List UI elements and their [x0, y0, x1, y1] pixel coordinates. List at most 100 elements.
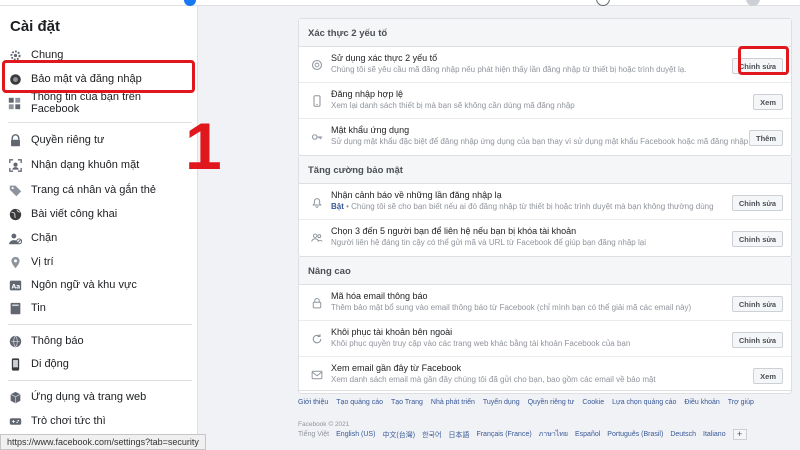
footer-link[interactable]: Nhà phát triển: [431, 399, 475, 406]
setting-description-text: • Chúng tôi sẽ cho bạn biết nếu ai đó đă…: [343, 202, 714, 211]
setting-description: Xem danh sách email mà gần đây chúng tôi…: [331, 375, 656, 384]
status-on-label: Bật: [331, 202, 344, 211]
sidebar-item-face-recognition[interactable]: Nhận dạng khuôn mặt: [8, 154, 192, 176]
sidebar-title: Cài đặt: [10, 18, 61, 35]
setting-description: Bật • Chúng tôi sẽ cho bạn biết nếu ai đ…: [331, 202, 714, 211]
footer-link[interactable]: Lựa chọn quảng cáo: [612, 399, 676, 406]
sidebar-divider: [8, 380, 192, 381]
setting-row-app-passwords: Mật khẩu ứng dụng Sử dụng mật khẩu đặc b…: [299, 119, 791, 155]
edit-encrypted-emails-button[interactable]: Chỉnh sửa: [731, 296, 783, 312]
sidebar-item-stories[interactable]: Tin: [8, 297, 192, 319]
sidebar-item-label: Trang cá nhân và gắn thẻ: [31, 184, 156, 196]
sidebar-item-label: Thông báo: [31, 335, 84, 347]
section-two-factor: Xác thực 2 yếu tố Sử dụng xác thực 2 yếu…: [298, 18, 792, 156]
book-icon: [8, 301, 22, 315]
copyright-text: Facebook © 2021: [298, 421, 350, 428]
setting-row-recent-emails: Xem email gần đây từ Facebook Xem danh s…: [299, 357, 791, 393]
language-link[interactable]: Deutsch: [670, 431, 696, 438]
sidebar-item-label: Quyền riêng tư: [31, 134, 105, 146]
sidebar-item-label: Bài viết công khai: [31, 208, 118, 220]
sidebar-item-apps-websites[interactable]: Ứng dụng và trang web: [8, 386, 192, 408]
setting-title: Nhận cảnh báo về những lần đăng nhập lạ: [331, 190, 502, 200]
setting-description: Sử dụng mật khẩu đặc biệt để đăng nhập ứ…: [331, 137, 751, 146]
footer-link[interactable]: Điều khoản: [684, 399, 719, 406]
view-recent-emails-button[interactable]: Xem: [753, 368, 783, 384]
footer-link[interactable]: Giới thiệu: [298, 399, 328, 406]
mobile-icon: [8, 357, 22, 371]
edit-account-recovery-button[interactable]: Chỉnh sửa: [731, 332, 783, 348]
language-link[interactable]: 한국어: [422, 430, 441, 440]
language-link[interactable]: English (US): [336, 431, 375, 438]
sidebar-item-label: Chặn: [31, 232, 58, 244]
edit-trusted-contacts-button[interactable]: Chỉnh sửa: [731, 231, 783, 247]
account-menu-icon[interactable]: [746, 0, 760, 6]
cube-icon: [8, 390, 22, 404]
sidebar-item-profile-tagging[interactable]: Trang cá nhân và gắn thẻ: [8, 179, 192, 201]
sidebar-item-privacy[interactable]: Quyền riêng tư: [8, 129, 192, 151]
footer-links: Giới thiệu Tạo quảng cáo Tạo Trang Nhà p…: [298, 399, 798, 406]
svg-text:Aa: Aa: [11, 283, 20, 290]
setting-description: Khôi phục quyền truy cập vào các trang w…: [331, 339, 631, 348]
setting-title: Đăng nhập hợp lệ: [331, 89, 403, 99]
section-title: Nâng cao: [299, 257, 791, 285]
sidebar-item-label: Di động: [31, 358, 69, 370]
profile-avatar-icon[interactable]: [596, 0, 610, 6]
sidebar-item-label: Ngôn ngữ và khu vực: [31, 279, 137, 291]
sidebar-item-label: Tin: [31, 302, 46, 314]
sidebar-item-public-posts[interactable]: Bài viết công khai: [8, 203, 192, 225]
sidebar-item-label: Ứng dụng và trang web: [31, 391, 147, 403]
language-link[interactable]: 中文(台灣): [382, 430, 415, 440]
setting-row-encrypted-emails: Mã hóa email thông báo Thêm bảo mật bổ s…: [299, 285, 791, 321]
add-app-password-button[interactable]: Thêm: [748, 130, 783, 146]
footer-divider: [298, 390, 792, 391]
language-link[interactable]: Português (Brasil): [607, 431, 663, 438]
setting-row-account-recovery: Khôi phục tài khoản bên ngoài Khôi phục …: [299, 321, 791, 357]
setting-title: Khôi phục tài khoản bên ngoài: [331, 327, 453, 337]
sidebar-divider: [8, 324, 192, 325]
language-link[interactable]: Français (France): [476, 431, 531, 438]
setting-description: Chúng tôi sẽ yêu cầu mã đăng nhập nếu ph…: [331, 65, 687, 74]
view-authorized-logins-button[interactable]: Xem: [753, 94, 783, 110]
setting-title: Mã hóa email thông báo: [331, 291, 428, 301]
setting-title: Xem email gần đây từ Facebook: [331, 363, 462, 373]
language-link[interactable]: 日本語: [448, 430, 469, 440]
shield-outline-icon: [310, 58, 324, 72]
edit-login-alerts-button[interactable]: Chỉnh sửa: [731, 195, 783, 211]
language-link[interactable]: ภาษาไทย: [539, 429, 568, 440]
sidebar-item-blocking[interactable]: Chặn: [8, 227, 192, 249]
refresh-icon: [310, 332, 324, 346]
setting-title: Chọn 3 đến 5 người bạn để liên hệ nếu bạ…: [331, 226, 577, 236]
sidebar-divider: [8, 122, 192, 123]
highlight-box-edit-2fa: [738, 46, 789, 75]
language-list: Tiếng Việt English (US) 中文(台灣) 한국어 日本語 F…: [298, 429, 747, 440]
bell-icon: [310, 195, 324, 209]
footer-link[interactable]: Cookie: [582, 399, 604, 406]
section-title: Tăng cường bảo mật: [299, 156, 791, 184]
section-title: Xác thực 2 yếu tố: [299, 19, 791, 47]
language-link[interactable]: Tiếng Việt: [298, 431, 329, 438]
add-language-button[interactable]: +: [732, 429, 747, 440]
setting-row-authorized-logins: Đăng nhập hợp lệ Xem lại danh sách thiết…: [299, 83, 791, 119]
sidebar-item-mobile[interactable]: Di động: [8, 353, 192, 375]
footer-link[interactable]: Tạo quảng cáo: [336, 399, 383, 406]
sidebar-item-instant-games[interactable]: Trò chơi tức thì: [8, 410, 192, 432]
footer-link[interactable]: Tạo Trang: [391, 399, 423, 406]
game-icon: [8, 414, 22, 428]
footer-link[interactable]: Trợ giúp: [728, 399, 754, 406]
sidebar-item-location[interactable]: Vị trí: [8, 251, 192, 273]
lock-outline-icon: [310, 296, 324, 310]
friends-icon: [310, 231, 324, 245]
sidebar-item-language-region[interactable]: Aa Ngôn ngữ và khu vực: [8, 274, 192, 296]
language-icon: Aa: [8, 278, 22, 292]
sidebar-item-your-information[interactable]: Thông tin của bạn trên Facebook: [8, 91, 192, 115]
language-link[interactable]: Español: [575, 431, 600, 438]
footer-link[interactable]: Tuyển dụng: [483, 399, 520, 406]
browser-status-bar: https://www.facebook.com/settings?tab=se…: [0, 434, 206, 450]
setting-description: Người liên hệ đáng tin cậy có thể gửi mã…: [331, 238, 646, 247]
sidebar-item-notifications[interactable]: Thông báo: [8, 330, 192, 352]
language-link[interactable]: Italiano: [703, 431, 726, 438]
phone-outline-icon: [310, 94, 324, 108]
annotation-number-one: 1: [185, 109, 222, 183]
footer-link[interactable]: Quyền riêng tư: [528, 399, 575, 406]
setting-description: Xem lại danh sách thiết bị mà bạn sẽ khô…: [331, 101, 575, 110]
